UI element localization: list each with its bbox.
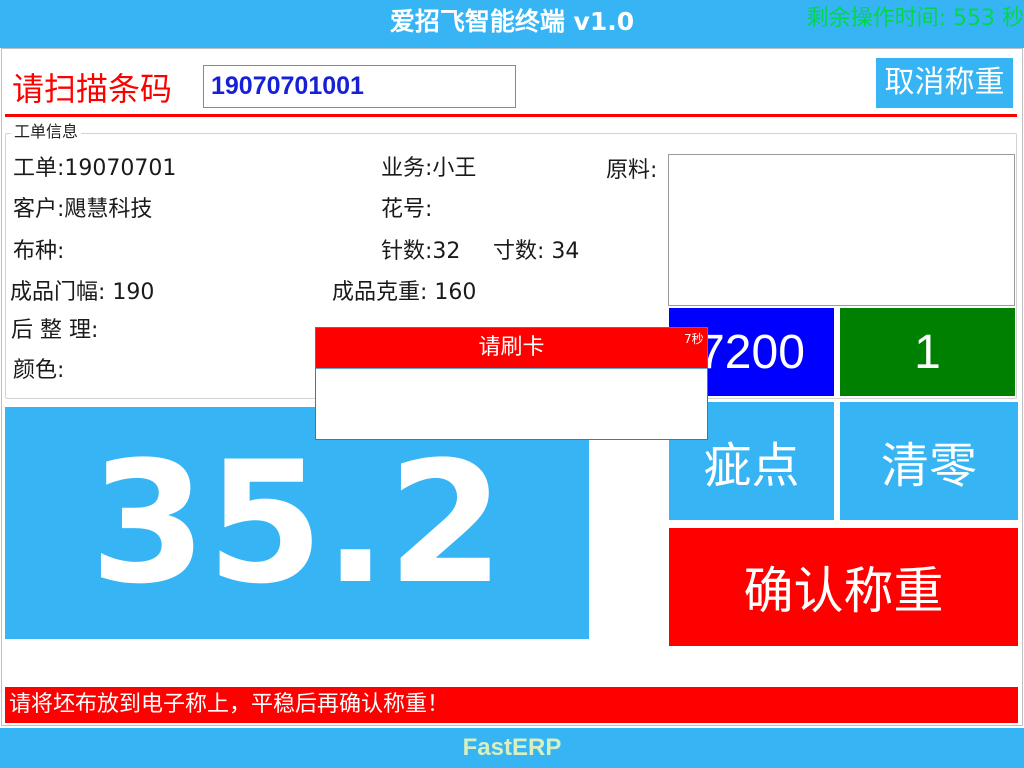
scan-prompt: 请扫描条码 bbox=[12, 70, 173, 108]
fabric-field: 布种: bbox=[13, 236, 64, 268]
needle-value: 32 bbox=[432, 239, 461, 264]
inch-label: 寸数: bbox=[493, 239, 545, 264]
inch-field: 寸数: 34 bbox=[493, 236, 579, 268]
material-label: 原料: bbox=[606, 158, 658, 183]
color-field: 颜色: bbox=[13, 355, 64, 387]
customer-label: 客户: bbox=[13, 197, 65, 222]
order-label: 工单: bbox=[13, 156, 65, 181]
customer-field: 客户:飓慧科技 bbox=[13, 194, 152, 226]
remaining-time: 剩余操作时间: 553 秒 bbox=[806, 6, 1024, 31]
order-value: 19070701 bbox=[64, 156, 177, 181]
work-order-group-title: 工单信息 bbox=[11, 122, 82, 142]
pattern-field: 花号: bbox=[381, 194, 432, 226]
barcode-input[interactable] bbox=[203, 65, 516, 108]
dialog-title: 请刷卡 bbox=[316, 328, 707, 368]
clear-button[interactable]: 清零 bbox=[840, 402, 1018, 520]
order-field: 工单:19070701 bbox=[13, 153, 176, 185]
fabric-label: 布种: bbox=[13, 239, 65, 264]
gsm-value: 160 bbox=[434, 280, 477, 305]
salesman-value: 小王 bbox=[432, 156, 477, 181]
width-field: 成品门幅: 190 bbox=[10, 277, 154, 309]
pattern-label: 花号: bbox=[381, 197, 433, 222]
footer-brand: FastERP bbox=[462, 734, 562, 761]
status-message: 请将坯布放到电子称上，平稳后再确认称重！ bbox=[5, 687, 1018, 723]
salesman-field: 业务:小王 bbox=[381, 153, 476, 185]
inch-value: 34 bbox=[551, 239, 580, 264]
color-label: 颜色: bbox=[13, 358, 65, 383]
salesman-label: 业务: bbox=[381, 156, 433, 181]
confirm-weighing-button[interactable]: 确认称重 bbox=[669, 528, 1018, 646]
needle-field: 针数:32 bbox=[381, 236, 460, 268]
gsm-label: 成品克重: bbox=[332, 280, 428, 305]
green-value-tile[interactable]: 1 bbox=[840, 308, 1015, 396]
divider bbox=[5, 114, 1017, 117]
dialog-divider bbox=[316, 368, 707, 369]
width-value: 190 bbox=[112, 280, 155, 305]
width-label: 成品门幅: bbox=[10, 280, 106, 305]
finishing-label: 后 整 理: bbox=[11, 318, 99, 343]
material-box bbox=[668, 154, 1015, 306]
dialog-countdown: 7秒 bbox=[684, 332, 704, 346]
finishing-field: 后 整 理: bbox=[11, 315, 98, 347]
gsm-field: 成品克重: 160 bbox=[332, 277, 476, 309]
weight-value: 35.2 bbox=[89, 425, 505, 621]
needle-label: 针数: bbox=[381, 239, 433, 264]
customer-value: 飓慧科技 bbox=[64, 197, 153, 222]
cancel-weighing-button[interactable]: 取消称重 bbox=[876, 58, 1013, 108]
